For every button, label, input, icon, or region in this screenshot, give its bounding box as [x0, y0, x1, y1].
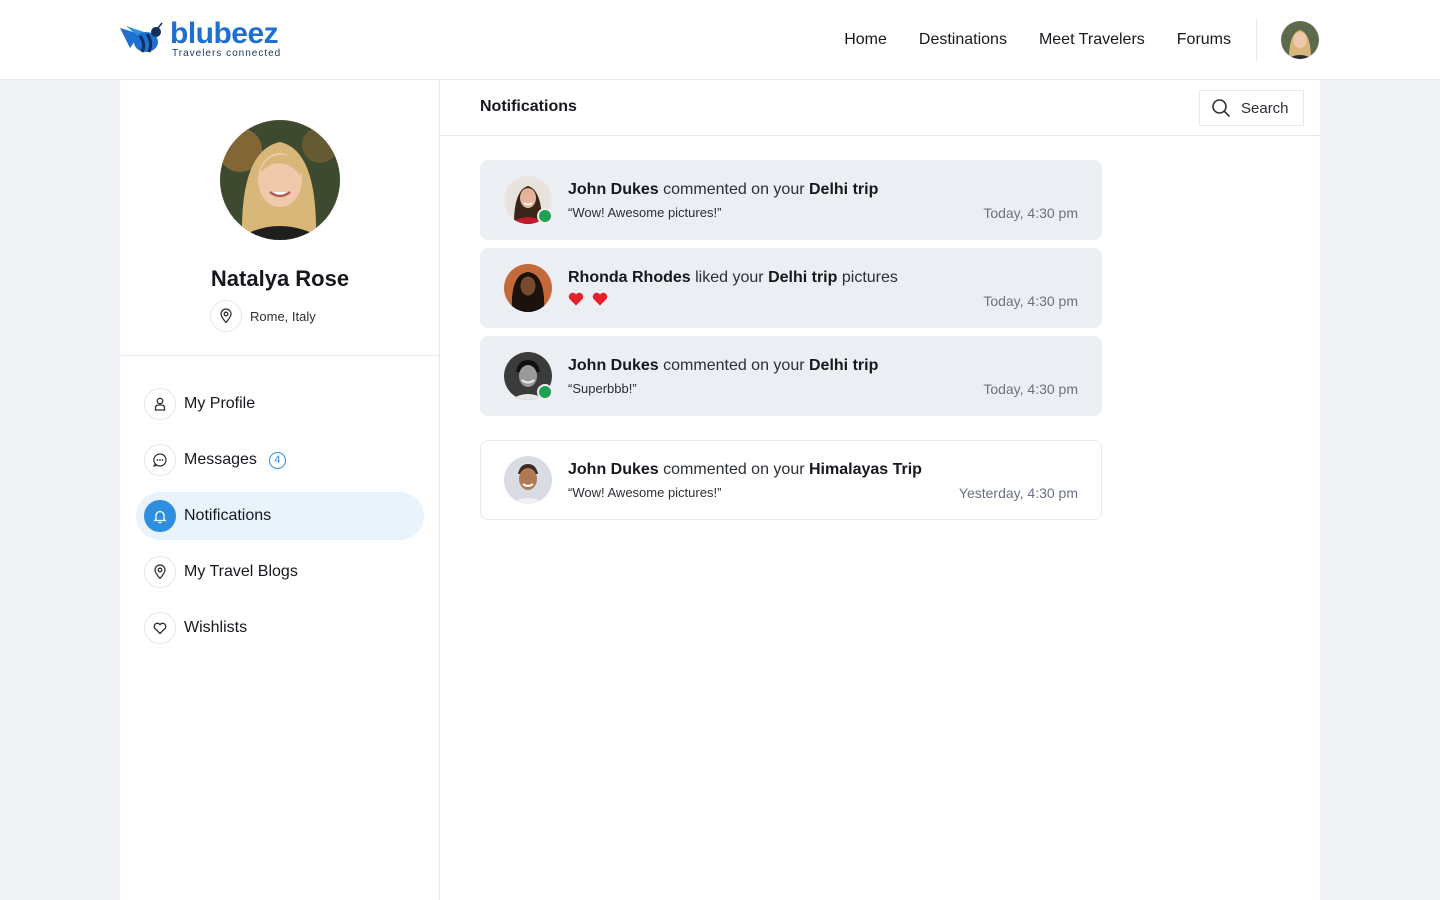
notification-text: John Dukes commented on your Delhi trip — [568, 357, 878, 375]
sidebar-menu: My Profile Messages 4 Notifications My T… — [136, 380, 424, 660]
user-avatar[interactable] — [1281, 21, 1319, 59]
brand-logo[interactable]: blubeez Travelers connected — [118, 17, 282, 60]
chat-bubble-icon — [144, 444, 176, 476]
sidebar-item-label: My Travel Blogs — [184, 563, 298, 580]
sidebar-item-label: Wishlists — [184, 619, 248, 636]
sidebar-item-messages[interactable]: Messages 4 — [136, 436, 424, 484]
notification-suffix: pictures — [841, 269, 898, 286]
notification-action: commented on your — [663, 461, 805, 478]
search-button[interactable]: Search — [1199, 90, 1304, 126]
notification-action: commented on your — [663, 181, 805, 198]
sidebar-item-label: Messages — [184, 451, 257, 468]
notification-time: Yesterday, 4:30 pm — [958, 485, 1078, 501]
nav-destinations[interactable]: Destinations — [919, 31, 1007, 49]
nav-forums[interactable]: Forums — [1177, 31, 1231, 49]
notification-item[interactable]: John Dukes commented on your Delhi trip … — [480, 160, 1102, 240]
notifications-panel: Notifications Search John Dukes commente… — [440, 80, 1320, 900]
online-status-dot — [537, 384, 553, 400]
notification-target[interactable]: Delhi trip — [809, 181, 878, 198]
location-pin-icon — [144, 556, 176, 588]
notification-target[interactable]: Delhi trip — [809, 357, 878, 374]
notification-detail: “Wow! Awesome pictures!” — [568, 205, 722, 220]
user-icon — [144, 388, 176, 420]
profile-name: Natalya Rose — [210, 266, 350, 291]
profile-location: Rome, Italy — [210, 300, 316, 332]
notification-item[interactable]: Rhonda Rhodes liked your Delhi trip pict… — [480, 248, 1102, 328]
top-bar: blubeez Travelers connected Home Destina… — [0, 0, 1440, 80]
brand-tagline: Travelers connected — [172, 48, 282, 59]
notification-time: Today, 4:30 pm — [983, 293, 1078, 309]
sidebar-item-travel-blogs[interactable]: My Travel Blogs — [136, 548, 424, 596]
brand-name: blubeez — [170, 17, 279, 50]
profile-avatar[interactable] — [220, 120, 340, 240]
sidebar-item-label: My Profile — [184, 395, 256, 412]
sidebar-item-wishlists[interactable]: Wishlists — [136, 604, 424, 652]
profile-card: Natalya Rose Rome, Italy — [120, 80, 439, 356]
commenter-avatar — [504, 456, 552, 504]
sidebar-item-notifications[interactable]: Notifications — [136, 492, 424, 540]
page-title: Notifications — [480, 98, 577, 115]
bee-logo-icon — [120, 22, 163, 53]
notification-action: liked your — [695, 269, 764, 286]
notification-text: Rhonda Rhodes liked your Delhi trip pict… — [568, 269, 898, 287]
location-text: Rome, Italy — [250, 308, 316, 324]
notification-user[interactable]: John Dukes — [568, 357, 659, 374]
panel-header: Notifications Search — [440, 80, 1320, 136]
notification-item[interactable]: John Dukes commented on your Himalayas T… — [480, 440, 1102, 520]
notification-detail: “Superbbb!” — [568, 381, 637, 396]
search-label: Search — [1241, 99, 1289, 117]
search-icon — [1212, 99, 1230, 117]
sidebar-item-my-profile[interactable]: My Profile — [136, 380, 424, 428]
notification-detail: “Wow! Awesome pictures!” — [568, 485, 722, 500]
location-pin-icon — [210, 300, 242, 332]
notification-user[interactable]: John Dukes — [568, 461, 659, 478]
sidebar-item-label: Notifications — [184, 507, 272, 524]
online-status-dot — [537, 208, 553, 224]
nav-divider — [1256, 18, 1257, 62]
notification-time: Today, 4:30 pm — [983, 381, 1078, 397]
notification-item[interactable]: John Dukes commented on your Delhi trip … — [480, 336, 1102, 416]
notification-text: John Dukes commented on your Himalayas T… — [568, 461, 922, 479]
notification-target[interactable]: Delhi trip — [768, 269, 837, 286]
notification-user[interactable]: John Dukes — [568, 181, 659, 198]
notification-text: John Dukes commented on your Delhi trip — [568, 181, 878, 199]
bell-icon — [144, 500, 176, 532]
heart-icon — [144, 612, 176, 644]
nav-home[interactable]: Home — [844, 31, 887, 49]
heart-icon — [592, 292, 608, 306]
sidebar: Natalya Rose Rome, Italy My Profile Mess… — [120, 80, 440, 900]
heart-icon — [568, 292, 584, 306]
notification-time: Today, 4:30 pm — [983, 205, 1078, 221]
nav-meet-travelers[interactable]: Meet Travelers — [1039, 31, 1145, 49]
like-hearts — [568, 292, 608, 306]
main-nav: Home Destinations Meet Travelers Forums — [844, 0, 1231, 80]
messages-count-badge: 4 — [268, 451, 286, 469]
notification-user[interactable]: Rhonda Rhodes — [568, 269, 691, 286]
notification-target[interactable]: Himalayas Trip — [809, 461, 922, 478]
notification-action: commented on your — [663, 357, 805, 374]
liker-avatar — [504, 264, 552, 312]
